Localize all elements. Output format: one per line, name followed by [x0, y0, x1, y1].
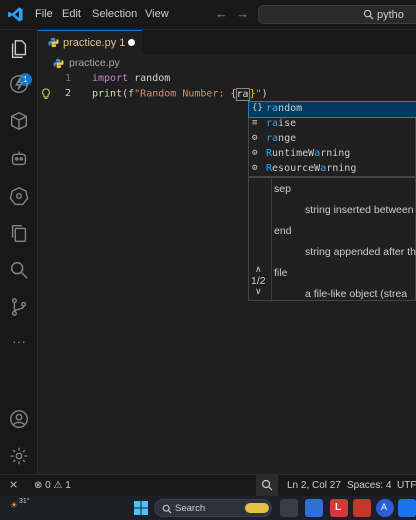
suggestion-item[interactable]: ⚙ ResourceWarning	[249, 162, 416, 177]
robot-copilot-icon[interactable]	[8, 147, 30, 169]
suggestion-item[interactable]: ≡ raise	[249, 117, 416, 132]
lightbulb-icon[interactable]	[41, 88, 51, 100]
settings-gear-icon[interactable]	[8, 445, 30, 467]
python-file-icon	[53, 58, 64, 69]
encoding[interactable]: UTF	[397, 480, 416, 491]
signature-help-panel: sep string inserted between end string a…	[248, 177, 416, 302]
forward-arrow-icon[interactable]: →	[236, 6, 249, 21]
package-box-icon[interactable]	[8, 110, 30, 132]
problems-indicator[interactable]: ⊗ 0 ⚠ 1	[34, 480, 71, 491]
warning-count: 1	[65, 480, 71, 491]
source-control-icon[interactable]	[8, 296, 30, 318]
suggestion-item[interactable]: {} random	[248, 101, 416, 118]
suggestion-rest: nge	[278, 133, 297, 144]
suggestion-rest: untimeW	[272, 148, 315, 159]
menu-view[interactable]: View	[145, 8, 169, 20]
code-brace-open: {	[230, 88, 237, 100]
more-icon[interactable]: ···	[8, 333, 30, 355]
app-l-icon[interactable]: L	[330, 499, 348, 517]
line-number-active: 2	[65, 88, 72, 99]
os-taskbar: ☀ 31° Search L A	[0, 496, 416, 520]
vscode-logo-icon	[8, 7, 23, 22]
code-string: "Random Number:	[134, 88, 231, 100]
search-highlight-icon	[245, 503, 269, 513]
class-icon: ⚙	[252, 163, 258, 173]
vscode-taskbar-icon[interactable]	[398, 499, 416, 517]
python-file-icon	[48, 37, 59, 48]
back-arrow-icon[interactable]: ←	[215, 6, 228, 21]
tab-practice-py[interactable]: practice.py 1	[38, 30, 142, 54]
suggestion-rest: ise	[278, 118, 297, 129]
code-line-1[interactable]: import random	[92, 73, 170, 84]
menu-selection[interactable]: Selection	[92, 8, 137, 20]
app-a-icon[interactable]: A	[376, 499, 394, 517]
weather-temp: 31°	[19, 498, 30, 505]
taskbar-search[interactable]: Search	[154, 499, 272, 517]
param-file: file	[274, 267, 288, 279]
code-line-2[interactable]: print(f"Random Number: {ra}")	[92, 87, 268, 101]
line-number: 1	[65, 73, 72, 84]
cursor-position[interactable]: Ln 2, Col 27	[287, 480, 341, 491]
explorer-files-icon[interactable]	[8, 38, 30, 60]
suggestion-match: ra	[266, 133, 279, 144]
keyword-icon: ≡	[252, 118, 258, 128]
menu-edit[interactable]: Edit	[62, 8, 81, 20]
search-icon	[162, 504, 172, 514]
suggestion-match: ra	[266, 103, 279, 114]
error-count: 0	[45, 480, 51, 491]
taskbar-search-label: Search	[175, 503, 206, 514]
search-icon[interactable]	[8, 259, 30, 281]
param-end-desc: string appended after th	[305, 246, 416, 258]
app-red-icon[interactable]	[353, 499, 371, 517]
lightning-icon[interactable]	[8, 73, 30, 95]
menu-file[interactable]: File	[35, 8, 53, 20]
class-icon: ⚙	[252, 133, 258, 143]
param-file-desc: a file-like object (strea	[305, 288, 408, 300]
weather-icon[interactable]: ☀	[10, 500, 18, 511]
autocomplete-suggestions: {} random ≡ raise ⚙ range ⚙ RuntimeWarni…	[248, 101, 416, 177]
error-icon: ⊗	[34, 480, 43, 491]
unsaved-dot-icon[interactable]	[128, 39, 135, 46]
zoom-search-icon[interactable]	[256, 475, 278, 496]
copy-documents-icon[interactable]	[8, 222, 30, 244]
account-icon[interactable]	[8, 408, 30, 430]
module-name: random	[128, 73, 171, 84]
windows-start-icon[interactable]	[134, 501, 148, 515]
param-end: end	[274, 225, 292, 237]
chevron-down-icon[interactable]: ∨	[255, 286, 262, 297]
suggestion-item[interactable]: ⚙ range	[249, 132, 416, 147]
task-view-icon[interactable]	[280, 499, 298, 517]
indentation[interactable]: Spaces: 4	[347, 480, 391, 491]
function-print: print	[92, 88, 123, 100]
suggestion-match: ra	[266, 118, 279, 129]
editor-tab-bar: practice.py 1	[38, 30, 416, 54]
code-paren-f: (f	[122, 88, 135, 100]
command-search-box[interactable]: pytho	[258, 5, 416, 24]
search-text: pytho	[377, 9, 404, 21]
module-icon: {}	[252, 103, 263, 113]
suggestion-item[interactable]: ⚙ RuntimeWarning	[249, 147, 416, 162]
chevron-up-icon[interactable]: ∧	[255, 264, 262, 275]
tab-label: practice.py 1	[63, 37, 126, 49]
divider	[271, 178, 272, 302]
typed-text: ra	[235, 87, 250, 101]
activity-bar: 1 ···	[0, 30, 38, 474]
suggestion-rest: rning	[326, 163, 357, 174]
remote-icon[interactable]: ⨯	[9, 478, 18, 491]
keyword-import: import	[92, 73, 129, 84]
param-sep-desc: string inserted between	[305, 204, 414, 216]
kubernetes-helm-icon[interactable]	[8, 185, 30, 207]
app-store-icon[interactable]	[305, 499, 323, 517]
status-bar: ⨯ ⊗ 0 ⚠ 1 Ln 2, Col 27 Spaces: 4 UTF	[0, 474, 416, 496]
title-bar: File Edit Selection View ← → pytho	[0, 0, 416, 30]
warning-icon: ⚠	[53, 480, 63, 491]
breadcrumb-file: practice.py	[69, 57, 120, 69]
code-paren-close: )	[261, 88, 268, 100]
suggestion-rest: ndom	[278, 103, 303, 114]
param-sep: sep	[274, 183, 291, 195]
search-icon	[363, 9, 374, 20]
suggestion-rest: esourceW	[272, 163, 321, 174]
suggestion-rest: rning	[320, 148, 351, 159]
class-icon: ⚙	[252, 148, 258, 158]
